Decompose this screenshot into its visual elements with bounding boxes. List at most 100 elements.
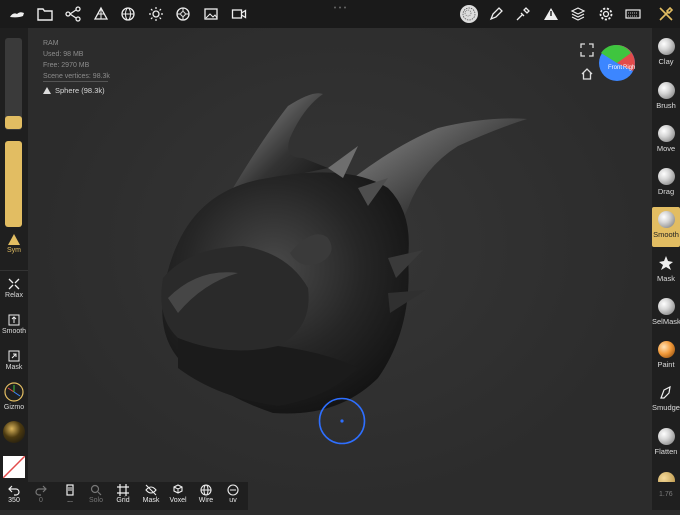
move-tool-icon	[657, 125, 675, 142]
undo-icon	[8, 485, 20, 496]
radius-slider-fill[interactable]	[5, 116, 22, 129]
home-icon[interactable]	[580, 67, 594, 81]
ram-free: Free: 2970 MB	[43, 62, 90, 69]
layers-icon[interactable]	[567, 3, 589, 25]
tool-label-flatten: Flatten	[654, 447, 678, 456]
tool-brush[interactable]: Brush	[652, 78, 680, 118]
redo-icon	[35, 485, 47, 496]
smooth-shortcut-label: Smooth	[1, 328, 27, 335]
intensity-slider[interactable]	[5, 141, 22, 227]
wire-button[interactable]: Wire	[193, 484, 219, 504]
tool-more[interactable]	[652, 468, 680, 482]
view-cube-gizmo[interactable]: Front Righ	[598, 44, 636, 82]
image-icon[interactable]	[200, 3, 222, 25]
paint-tool-icon	[657, 341, 675, 358]
mask-shortcut-label: Mask	[5, 364, 23, 371]
mask-visibility-button[interactable]: Mask	[138, 484, 164, 504]
smooth-tool-icon	[657, 211, 675, 228]
drag-tool-icon	[657, 168, 675, 185]
gizmo-right-label: Righ	[623, 65, 635, 71]
clay-tool-icon	[657, 38, 675, 55]
eye-off-icon	[145, 484, 157, 496]
tool-drag[interactable]: Drag	[652, 164, 680, 204]
left-panel: Sym Relax Smooth Mask Gizmo	[0, 28, 28, 510]
primitives-icon[interactable]	[90, 3, 112, 25]
uv-label: uv	[229, 497, 237, 504]
material-ball-icon[interactable]	[172, 3, 194, 25]
relax-button[interactable]: Relax	[0, 278, 28, 299]
tools-icon[interactable]	[655, 3, 677, 25]
tool-mask[interactable]: Mask	[652, 251, 680, 291]
nomad-logo-icon[interactable]	[6, 3, 28, 25]
solo-label: Solo	[88, 497, 103, 504]
dragon-head-model	[161, 93, 527, 445]
mesh-menu-button[interactable]: ...	[57, 484, 83, 504]
mesh-entry[interactable]: Sphere (98.3k)	[43, 86, 105, 95]
gizmo-button[interactable]: Gizmo	[0, 382, 28, 411]
folder-icon[interactable]	[34, 3, 56, 25]
grid-button[interactable]: Grid	[110, 484, 136, 504]
grid-sphere-icon[interactable]	[117, 3, 139, 25]
wire-label: Wire	[198, 497, 214, 504]
color-swatch[interactable]	[3, 456, 25, 478]
right-tool-panel: Clay Brush Move Drag Smooth Mask SelMask…	[652, 28, 680, 510]
uv-sphere-icon	[227, 484, 239, 496]
mesh-name: Sphere (98.3k)	[55, 86, 105, 95]
sun-icon[interactable]	[145, 3, 167, 25]
gear-icon[interactable]	[595, 3, 617, 25]
sym-triangle-icon	[8, 234, 20, 245]
grid-icon	[117, 484, 129, 496]
grid-label: Grid	[116, 497, 130, 504]
tool-flatten[interactable]: Flatten	[652, 424, 680, 464]
flatten-tool-icon	[657, 428, 675, 445]
fullscreen-icon[interactable]	[580, 43, 594, 57]
gizmo-front-label: Front	[608, 65, 622, 71]
video-icon[interactable]	[228, 3, 250, 25]
scene-info: RAM Used: 98 MB Free: 2970 MB Scene vert…	[43, 38, 110, 82]
tool-move[interactable]: Move	[652, 121, 680, 161]
tool-label-drag: Drag	[657, 187, 675, 196]
mask-tool-icon	[658, 256, 673, 270]
voxel-label: Voxel	[169, 497, 187, 504]
keyboard-icon[interactable]	[622, 3, 644, 25]
tool-paint[interactable]: Paint	[652, 337, 680, 377]
picker-icon[interactable]	[512, 3, 534, 25]
drag-handle-icon[interactable]	[333, 6, 347, 9]
uv-button[interactable]: uv	[220, 484, 246, 504]
warning-triangle-icon[interactable]	[540, 3, 562, 25]
tool-label-move: Move	[656, 144, 676, 153]
voxel-icon	[173, 484, 183, 494]
tool-label-smudge: Smudge	[652, 403, 680, 412]
relax-label: Relax	[5, 292, 23, 299]
mesh-menu-dots: ...	[67, 497, 73, 504]
info-divider	[43, 81, 108, 82]
sym-toggle[interactable]: Sym	[0, 234, 28, 254]
material-preview[interactable]	[3, 421, 25, 443]
bottom-toolbar: 350 0 ... Solo Grid Mask Voxel Wire uv	[0, 482, 248, 510]
tool-label-mask: Mask	[657, 274, 675, 283]
texture-sphere-icon[interactable]	[457, 2, 481, 26]
sym-label: Sym	[7, 247, 21, 254]
redo-button[interactable]: 0	[28, 484, 54, 504]
gizmo-icon	[4, 382, 24, 402]
ram-label: RAM	[43, 40, 59, 47]
top-toolbar	[0, 0, 680, 28]
undo-button[interactable]: 350	[1, 484, 27, 504]
3d-viewport[interactable]	[28, 28, 652, 510]
scene-graph-icon[interactable]	[62, 3, 84, 25]
more-tool-icon	[657, 472, 675, 482]
mask-shortcut-button[interactable]: Mask	[0, 350, 28, 371]
tool-label-brush: Brush	[656, 101, 676, 110]
gizmo-label: Gizmo	[3, 404, 25, 411]
tool-selmask[interactable]: SelMask	[652, 294, 680, 334]
tool-smooth[interactable]: Smooth	[652, 207, 680, 247]
tool-label-clay: Clay	[658, 57, 674, 66]
tool-smudge[interactable]: Smudge	[652, 380, 680, 420]
smooth-shortcut-button[interactable]: Smooth	[0, 314, 28, 335]
solo-button[interactable]: Solo	[83, 484, 109, 504]
smudge-tool-icon	[659, 385, 671, 399]
tool-clay[interactable]: Clay	[652, 34, 680, 74]
undo-count: 350	[8, 497, 20, 504]
voxel-button[interactable]: Voxel	[165, 484, 191, 504]
pen-icon[interactable]	[485, 3, 507, 25]
